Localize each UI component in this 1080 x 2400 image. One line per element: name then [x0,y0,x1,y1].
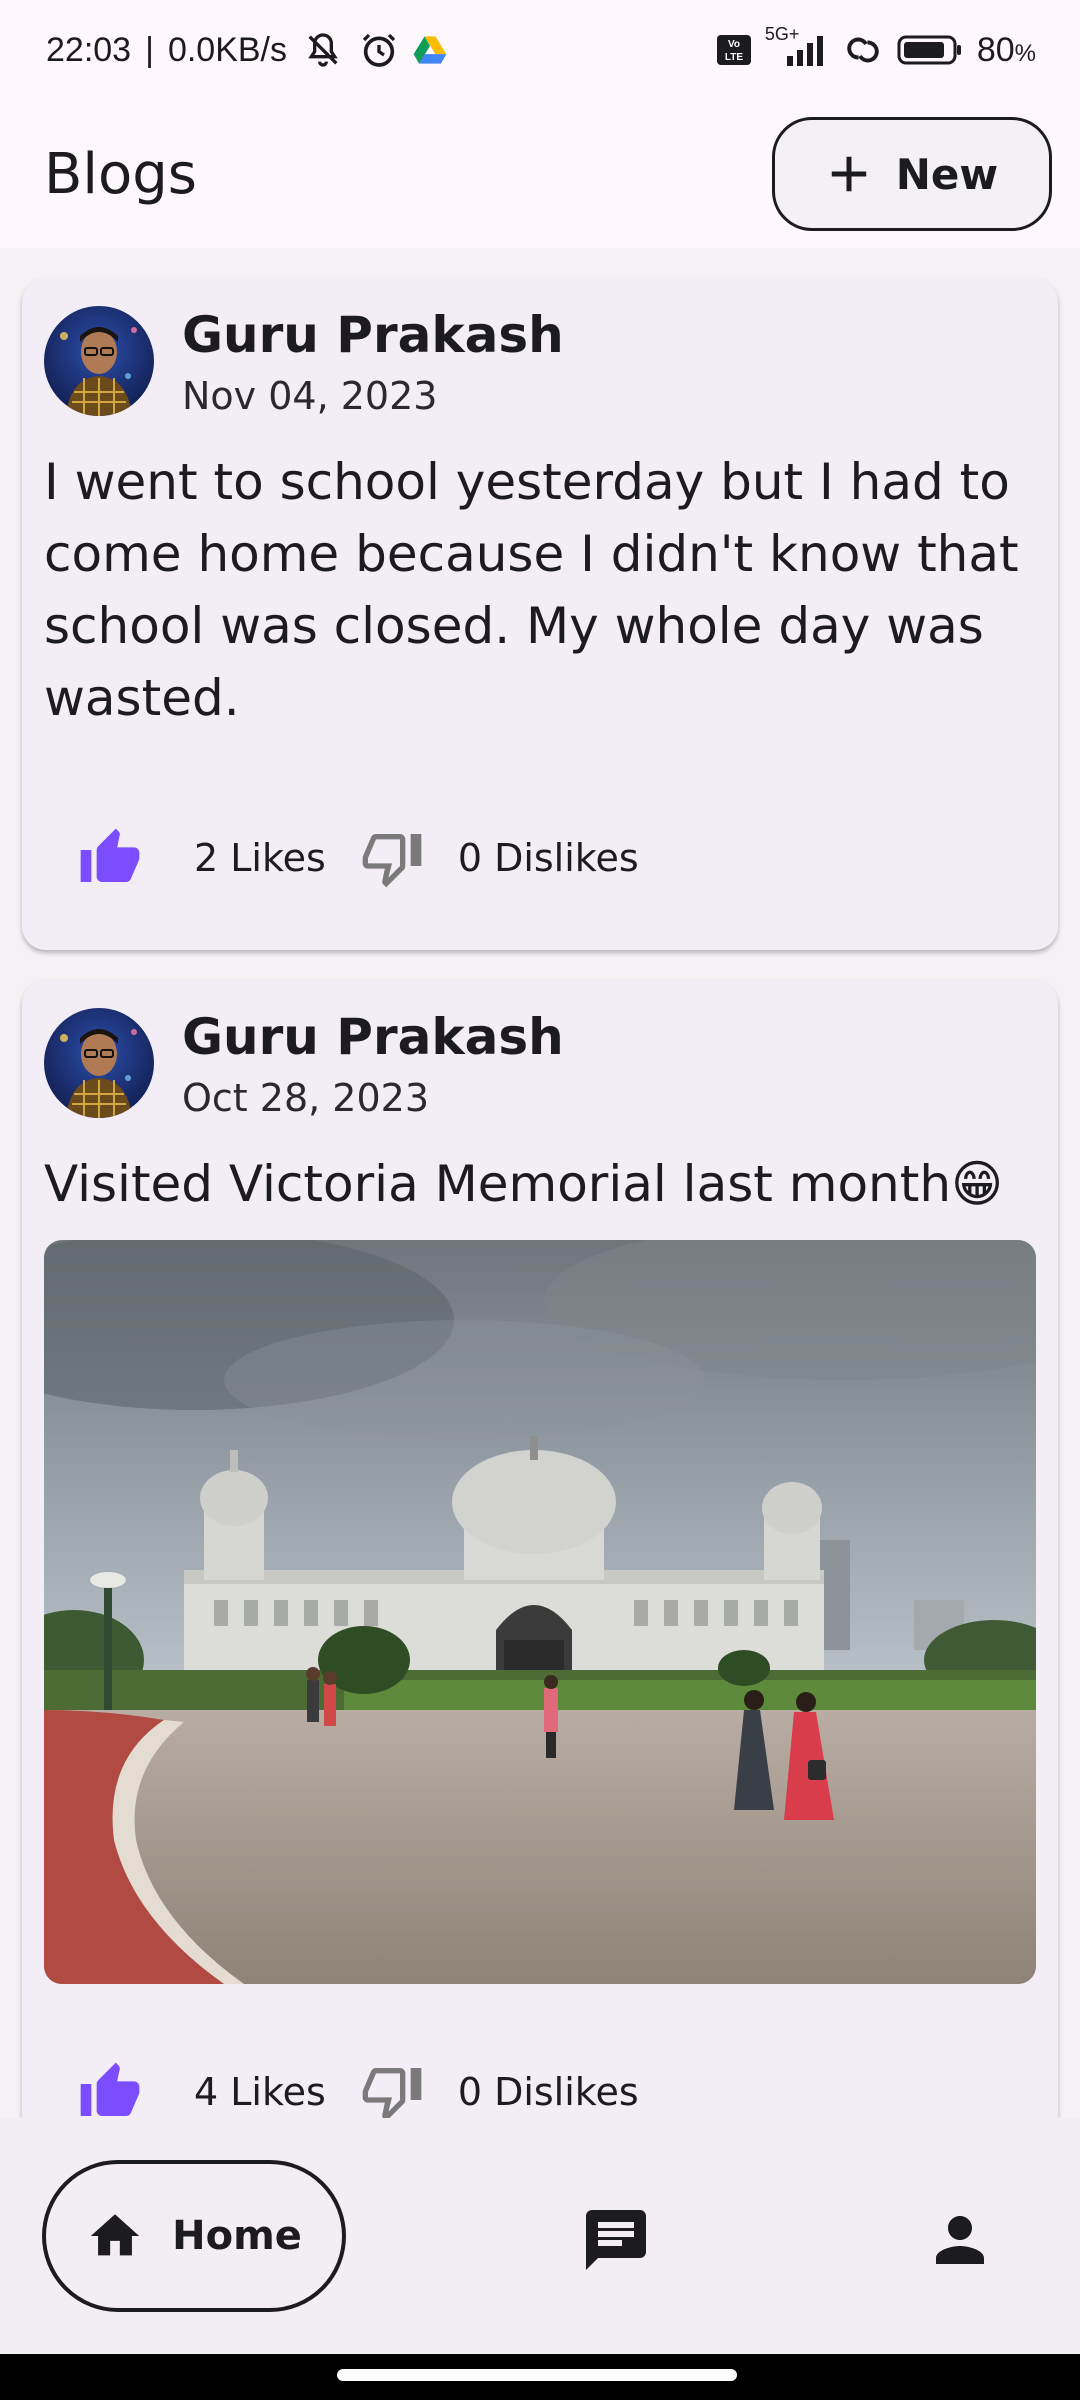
battery-icon [897,33,963,67]
app-bar: Blogs New [0,100,1080,248]
link-icon [843,32,883,68]
nav-home-label: Home [172,2213,302,2259]
post-date: Oct 28, 2023 [182,1076,429,1120]
volte-icon: Vo LTE [716,35,751,65]
post-card[interactable]: Guru Prakash Nov 04, 2023 I went to scho… [22,278,1058,950]
avatar[interactable] [44,306,154,416]
likes-count: 2 Likes [194,836,326,880]
status-right: Vo LTE 5G+ 80% [716,24,1036,70]
status-time: 22:03 [46,30,132,69]
profile-icon [936,2216,984,2264]
nav-profile-button[interactable] [924,2204,996,2276]
nav-chat-button[interactable] [580,2204,652,2276]
post-actions: 2 Likes 0 Dislikes [78,826,639,890]
post-date: Nov 04, 2023 [182,374,438,418]
page-title: Blogs [44,141,197,207]
likes-count: 4 Likes [194,2070,326,2114]
avatar[interactable] [44,1008,154,1118]
status-left: 22:03 | 0.0KB/s [46,30,447,70]
thumbs-down-icon[interactable] [360,826,424,890]
author-name: Guru Prakash [182,1008,564,1066]
mute-icon [301,30,345,70]
nav-home-button[interactable]: Home [42,2160,346,2312]
battery-unit: % [1014,39,1036,67]
battery-level: 80% [977,31,1036,70]
gesture-bar [0,2354,1080,2400]
post-text: Visited Victoria Memorial last month😁 [44,1155,1004,1213]
status-separator: | [145,30,154,69]
author-name: Guru Prakash [182,306,564,364]
home-icon [90,2214,140,2256]
post-text: I went to school yesterday but I had to … [44,453,1019,727]
blog-feed[interactable]: Guru Prakash Nov 04, 2023 I went to scho… [0,248,1080,2118]
network-type: 5G+ [764,24,800,44]
svg-text:LTE: LTE [725,52,743,63]
chat-icon [586,2210,646,2270]
thumbs-down-icon[interactable] [360,2060,424,2118]
dislikes-count: 0 Dislikes [457,2070,639,2114]
status-bar: 22:03 | 0.0KB/s Vo LTE 5G+ 80% [0,0,1080,100]
post-image[interactable] [44,1240,1036,1984]
thumbs-up-icon[interactable] [78,826,142,890]
dislikes-count: 0 Dislikes [457,836,639,880]
post-card[interactable]: Guru Prakash Oct 28, 2023 Visited Victor… [22,980,1058,2118]
status-net-speed: 0.0KB/s [167,30,288,69]
thumbs-up-icon[interactable] [78,2060,142,2118]
plus-icon [831,156,867,192]
bottom-nav: Home [0,2118,1080,2354]
signal-icon: 5G+ [765,24,829,68]
svg-text:Vo: Vo [728,39,740,50]
drive-icon [413,35,447,65]
battery-value: 80 [976,30,1015,69]
new-post-button[interactable]: New [772,117,1052,231]
gesture-handle[interactable] [337,2369,737,2381]
post-actions: 4 Likes 0 Dislikes [78,2060,639,2118]
alarm-icon [359,30,399,70]
new-button-label: New [895,149,999,199]
